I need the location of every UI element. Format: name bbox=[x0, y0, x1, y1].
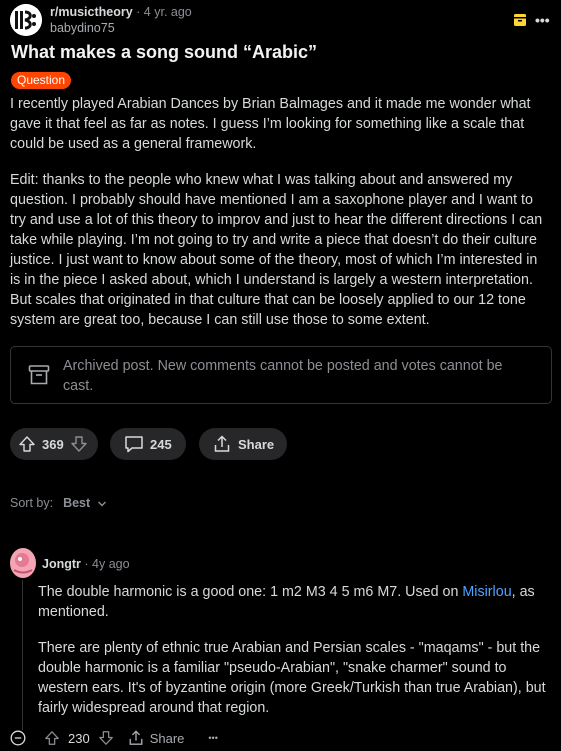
comment-count: 245 bbox=[150, 436, 172, 452]
post-meta-line: r/musictheory · 4 yr. ago bbox=[50, 5, 192, 19]
archived-notice-text: Archived post. New comments cannot be po… bbox=[63, 358, 503, 394]
comment-share-button[interactable]: Share bbox=[128, 730, 185, 746]
music-clef-avatar-icon bbox=[10, 4, 42, 36]
misirlou-link[interactable]: Misirlou bbox=[462, 584, 511, 600]
archive-badge-icon bbox=[514, 14, 526, 26]
post-flair[interactable]: Question bbox=[11, 72, 72, 89]
comment-actions: 230 Share ••• bbox=[10, 726, 218, 750]
thread-line[interactable] bbox=[22, 580, 23, 730]
comment-text: The double harmonic is a good one: 1 m2 … bbox=[38, 584, 463, 600]
vote-control: 369 bbox=[10, 428, 98, 460]
downvote-icon[interactable] bbox=[70, 435, 88, 453]
post-body-paragraph-1: I recently played Arabian Dances by Bria… bbox=[10, 96, 531, 152]
share-label: Share bbox=[238, 436, 275, 452]
comment-share-label: Share bbox=[149, 730, 185, 746]
share-icon bbox=[213, 435, 231, 453]
comment-meta-line: Jongtr · 4y ago bbox=[42, 557, 130, 571]
post-title[interactable]: What makes a song sound “Arabic” bbox=[11, 42, 317, 63]
comment-icon bbox=[124, 435, 144, 453]
collapse-icon[interactable] bbox=[10, 730, 26, 746]
upvote-icon[interactable] bbox=[18, 435, 36, 453]
comment-body-paragraph-1: The double harmonic is a good one: 1 m2 … bbox=[38, 582, 548, 622]
share-button[interactable]: Share bbox=[199, 428, 287, 460]
subreddit-name[interactable]: r/musictheory bbox=[50, 5, 133, 19]
sort-control[interactable]: Sort by: Best bbox=[10, 496, 107, 510]
vote-count: 369 bbox=[42, 436, 64, 452]
comment-vote-count: 230 bbox=[68, 730, 90, 746]
post-age: 4 yr. ago bbox=[143, 5, 192, 19]
downvote-icon[interactable] bbox=[98, 730, 114, 746]
upvote-icon[interactable] bbox=[44, 730, 60, 746]
comment-body-paragraph-2: There are plenty of ethnic true Arabian … bbox=[38, 640, 546, 716]
comment-age: 4y ago bbox=[92, 557, 130, 571]
share-icon bbox=[128, 730, 144, 746]
more-icon[interactable]: ••• bbox=[208, 733, 217, 743]
subreddit-avatar[interactable] bbox=[10, 4, 42, 36]
comment-author[interactable]: Jongtr bbox=[42, 557, 81, 571]
sort-label: Sort by: bbox=[10, 496, 54, 510]
more-icon[interactable]: ••• bbox=[535, 12, 550, 28]
comment-avatar[interactable] bbox=[10, 548, 36, 578]
post-author[interactable]: babydino75 bbox=[50, 21, 115, 35]
archive-icon bbox=[28, 364, 50, 386]
comments-button[interactable]: 245 bbox=[110, 428, 186, 460]
sort-value[interactable]: Best bbox=[63, 496, 90, 510]
chevron-down-icon bbox=[97, 500, 107, 508]
post-body-paragraph-2: Edit: thanks to the people who knew what… bbox=[10, 172, 543, 328]
